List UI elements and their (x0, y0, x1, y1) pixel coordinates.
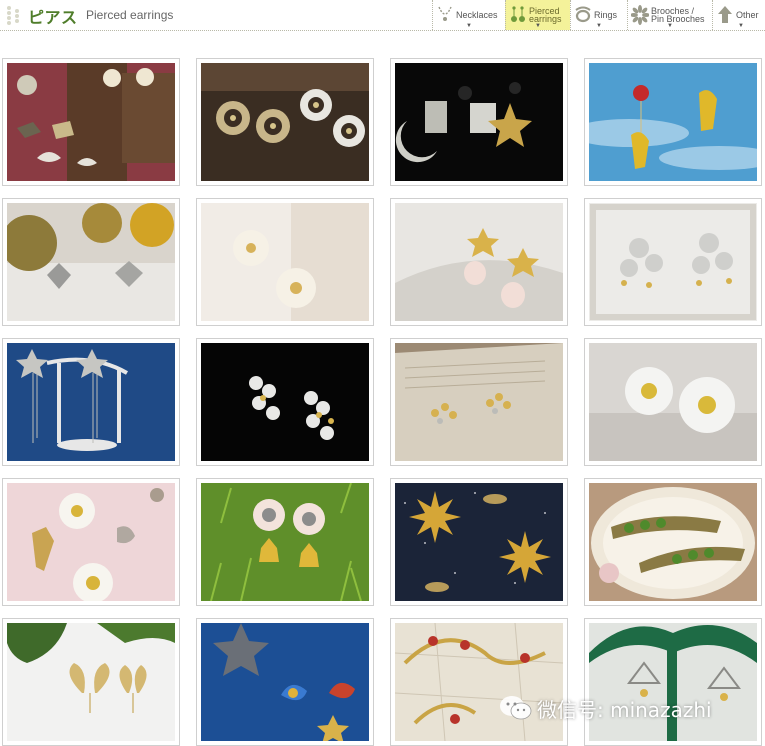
chevron-down-icon: ▼ (738, 23, 744, 29)
nav-brooches-label: Brooches / Pin Brooches (651, 6, 705, 24)
product-photo (589, 63, 757, 181)
product-tile[interactable] (390, 478, 568, 606)
product-tile[interactable] (390, 618, 568, 746)
nav-other-label: Other (736, 10, 759, 20)
nav-pierced-earrings-label: Pierced earrings (529, 6, 562, 24)
product-photo (7, 343, 175, 461)
product-tile[interactable] (390, 338, 568, 466)
nav-rings-label: Rings (594, 10, 618, 20)
necklace-icon (438, 6, 452, 21)
ring-icon (575, 6, 591, 23)
product-tile[interactable] (196, 618, 374, 746)
product-tile[interactable] (2, 338, 180, 466)
nav-rings[interactable]: Rings ▼ (570, 0, 627, 30)
product-tile[interactable] (584, 618, 762, 746)
beaded-necklace-icon (7, 6, 19, 25)
tree-arrow-icon (718, 6, 732, 23)
product-tile[interactable] (2, 618, 180, 746)
nav-pierced-earrings[interactable]: Pierced earrings ▼ (505, 0, 570, 30)
nav-necklaces-label: Necklaces (456, 10, 498, 20)
chevron-down-icon: ▼ (466, 23, 472, 29)
nav-brooches[interactable]: Brooches / Pin Brooches ▼ (627, 0, 712, 30)
product-photo (201, 63, 369, 181)
product-photo (7, 203, 175, 321)
product-photo (395, 483, 563, 601)
chevron-down-icon: ▼ (596, 23, 602, 29)
product-photo (395, 343, 563, 461)
product-photo (395, 203, 563, 321)
page-header: ピアス Pierced earrings Necklaces ▼ Pierced… (0, 0, 765, 31)
wechat-icon (500, 696, 532, 720)
product-photo (589, 203, 757, 321)
product-tile[interactable] (584, 58, 762, 186)
product-photo (7, 63, 175, 181)
chevron-down-icon: ▼ (667, 23, 673, 29)
product-photo (201, 483, 369, 601)
product-photo (201, 623, 369, 741)
product-tile[interactable] (584, 478, 762, 606)
product-photo (589, 343, 757, 461)
earring-icon (511, 6, 525, 22)
product-photo (395, 63, 563, 181)
product-tile[interactable] (2, 198, 180, 326)
product-photo (7, 483, 175, 601)
product-tile[interactable] (196, 338, 374, 466)
page-subtitle: Pierced earrings (86, 8, 174, 22)
watermark-text: 微信号: minazazhi (537, 697, 712, 722)
page-title: ピアス (28, 10, 78, 27)
product-tile[interactable] (196, 478, 374, 606)
product-photo (7, 623, 175, 741)
product-tile[interactable] (196, 58, 374, 186)
product-tile[interactable] (390, 58, 568, 186)
product-photo (201, 343, 369, 461)
chevron-down-icon: ▼ (535, 23, 541, 29)
product-tile[interactable] (196, 198, 374, 326)
category-nav: Necklaces ▼ Pierced earrings ▼ Rings ▼ B… (432, 0, 765, 30)
nav-other[interactable]: Other ▼ (712, 0, 765, 30)
product-tile[interactable] (584, 198, 762, 326)
product-tile[interactable] (584, 338, 762, 466)
wechat-watermark: 微信号: minazazhi (499, 690, 712, 726)
product-photo (201, 203, 369, 321)
product-tile[interactable] (2, 58, 180, 186)
product-photo (589, 483, 757, 601)
product-tile[interactable] (390, 198, 568, 326)
nav-necklaces[interactable]: Necklaces ▼ (432, 0, 505, 30)
brooch-icon (631, 5, 649, 25)
product-tile[interactable] (2, 478, 180, 606)
